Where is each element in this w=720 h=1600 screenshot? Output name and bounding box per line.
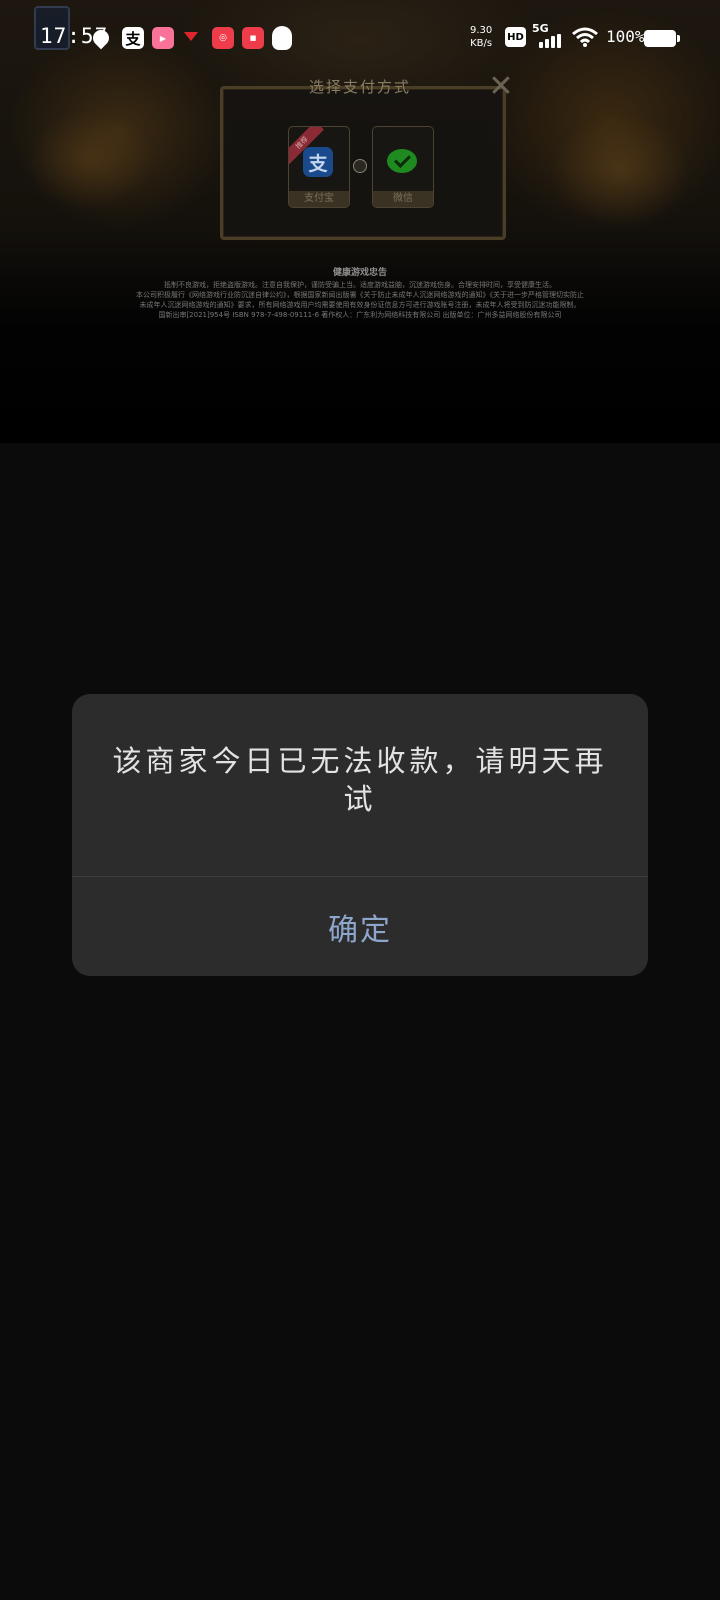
close-icon[interactable]: ✕ — [486, 72, 516, 102]
payment-radio[interactable] — [353, 159, 367, 173]
hd-icon: HD — [505, 27, 526, 47]
health-notice-line: 未成年人沉迷网络游戏的通知》要求，所有网络游戏用户均需要使用有效身份证信息方可进… — [139, 301, 581, 309]
qq-penguin-icon — [272, 26, 292, 50]
app-icon: ◎ — [212, 27, 234, 49]
wifi-icon — [572, 27, 598, 47]
alipay-icon: 支 — [122, 27, 144, 49]
network-speed-unit: KB/s — [470, 38, 493, 49]
signal-icon — [539, 34, 563, 48]
confirm-button[interactable]: 确定 — [72, 877, 648, 976]
payment-option-alipay[interactable]: 推荐 支 支付宝 — [288, 126, 350, 208]
diamond-icon — [184, 32, 198, 42]
health-notice: 健康游戏忠告 抵制不良游戏，拒绝盗版游戏。注意自我保护，谨防受骗上当。适度游戏益… — [120, 265, 600, 320]
alipay-icon: 支 — [303, 147, 333, 177]
health-notice-line: 国新出审[2021]954号 ISBN 978-7-498-09111-6 著作… — [158, 311, 562, 319]
battery-icon — [644, 30, 680, 47]
network-speed-value: 9.30 — [470, 25, 493, 36]
payment-option-wechat[interactable]: 微信 — [372, 126, 434, 208]
payment-option-label: 微信 — [373, 191, 433, 207]
health-notice-line: 本公司积极履行《网络游戏行业防沉迷自律公约》，根据国家新闻出版署《关于防止未成年… — [136, 291, 584, 299]
health-notice-line: 抵制不良游戏，拒绝盗版游戏。注意自我保护，谨防受骗上当。适度游戏益脑，沉迷游戏伤… — [164, 281, 556, 289]
payment-title: 选择支付方式 — [308, 78, 411, 96]
payment-option-label: 支付宝 — [289, 191, 349, 207]
bilibili-icon: ▶ — [152, 27, 174, 49]
dialog-message: 该商家今日已无法收款，请明天再试 — [112, 744, 608, 816]
app-icon: ■ — [242, 27, 264, 49]
network-speed: 9.30 KB/s — [470, 24, 492, 50]
health-notice-title: 健康游戏忠告 — [332, 268, 387, 278]
alert-dialog: 该商家今日已无法收款，请明天再试 确定 — [72, 694, 648, 976]
battery-percent: 100% — [606, 27, 645, 46]
status-bar: 17:57 支 ▶ ◎ ■ 9.30 KB/s HD 5G 100% — [0, 0, 720, 76]
